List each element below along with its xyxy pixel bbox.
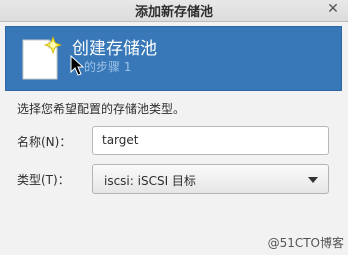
title-bar[interactable]: 添加新存储池 ✕: [0, 0, 348, 22]
mouse-pointer-icon: [70, 55, 85, 76]
wizard-banner: 创建存储池 的步骤 1: [5, 26, 342, 91]
watermark: @51CTO博客: [267, 236, 344, 250]
type-dropdown[interactable]: iscsi: iSCSI 目标: [92, 164, 329, 194]
dropdown-arrow-icon: [308, 177, 318, 183]
name-input[interactable]: target: [92, 126, 329, 155]
document-new-icon: [22, 36, 62, 80]
description-text: 选择您希望配置的存储池类型。: [17, 102, 186, 116]
step-indicator: 的步骤 1: [84, 60, 132, 74]
type-label: 类型(T)：: [17, 173, 70, 187]
add-storage-pool-dialog: 添加新存储池 ✕ 创建存储池 的步骤 1 选择您希望配置的存储池类型。 名称(N…: [0, 0, 348, 255]
close-icon[interactable]: ✕: [324, 0, 342, 18]
name-label: 名称(N)：: [17, 135, 72, 149]
window-title: 添加新存储池: [134, 5, 213, 20]
type-selected-value: iscsi: iSCSI 目标: [104, 174, 196, 188]
